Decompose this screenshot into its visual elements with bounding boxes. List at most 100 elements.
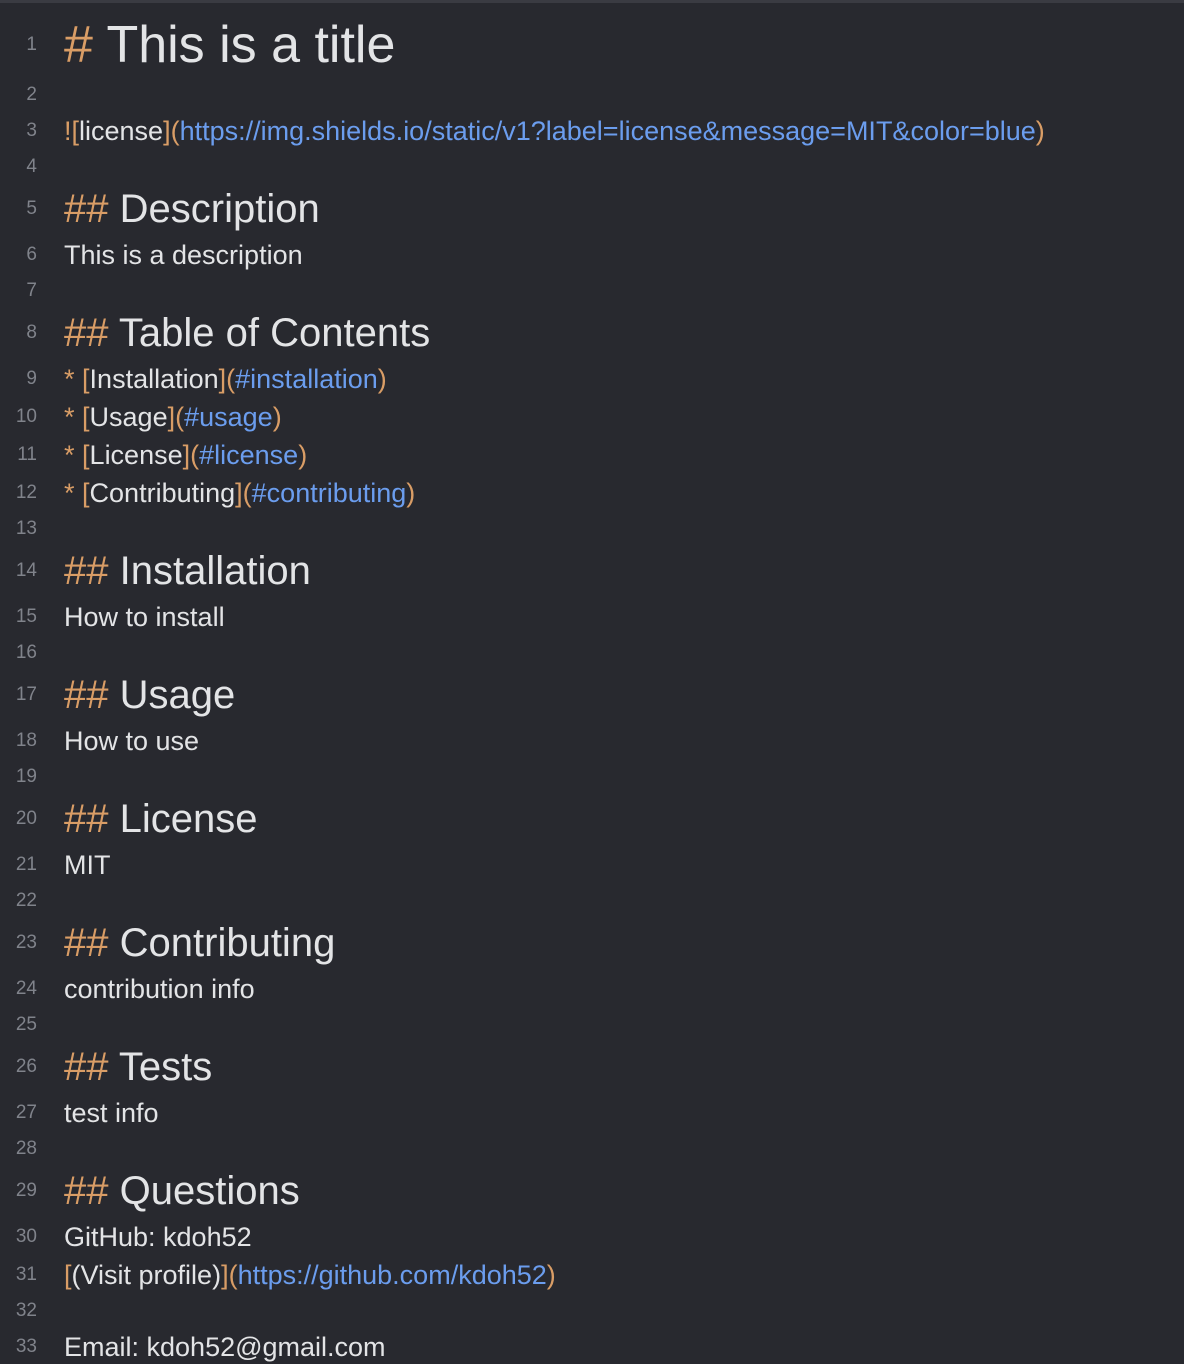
line-number: 33	[15, 1336, 37, 1357]
editor-line[interactable]: 3 ![license](https://img.shields.io/stat…	[0, 111, 1184, 151]
line-number: 29	[15, 1180, 37, 1201]
paragraph-text: test info	[64, 1098, 159, 1128]
editor-line[interactable]: 22	[0, 881, 1184, 921]
paren-open: (	[170, 116, 180, 146]
paren-close: )	[377, 364, 387, 394]
heading-2: ## Description	[64, 186, 320, 232]
heading-text: Table of Contents	[118, 311, 431, 355]
line-number: 26	[15, 1056, 37, 1077]
paragraph-text: Email: kdoh52@gmail.com	[64, 1332, 386, 1362]
heading-2: ## Tests	[64, 1044, 212, 1090]
heading-text: Usage	[119, 673, 236, 717]
paragraph-text: MIT	[64, 850, 111, 880]
heading-2: ## Table of Contents	[64, 310, 430, 356]
editor-line[interactable]: 33 Email: kdoh52@gmail.com	[0, 1327, 1184, 1364]
editor-line[interactable]: 5 ## Description	[0, 186, 1184, 232]
editor-line[interactable]: 29 ## Questions	[0, 1169, 1184, 1213]
editor-line[interactable]: 6 This is a description	[0, 235, 1184, 275]
editor-line[interactable]: 30 GitHub: kdoh52	[0, 1217, 1184, 1257]
heading-2: ## Usage	[64, 672, 235, 718]
line-number: 5	[26, 198, 37, 219]
paren-close: )	[1035, 116, 1045, 146]
bracket-open: [	[82, 364, 90, 394]
heading-marker: ##	[64, 311, 109, 355]
heading-text: License	[119, 797, 258, 841]
line-number: 2	[26, 84, 37, 105]
paren-open: (	[175, 402, 185, 432]
editor-line[interactable]: 21 MIT	[0, 845, 1184, 885]
editor-line[interactable]: 7	[0, 271, 1184, 311]
paren-close: )	[406, 478, 416, 508]
editor-line[interactable]: 32	[0, 1291, 1184, 1331]
paren-close: )	[298, 440, 308, 470]
editor-line[interactable]: 1 # This is a title	[0, 16, 1184, 74]
link-label: License	[89, 440, 183, 470]
editor-line[interactable]: 19	[0, 757, 1184, 797]
toc-item: * [Usage](#usage)	[64, 401, 282, 433]
bracket-open: [	[71, 116, 80, 146]
paren-close: )	[546, 1260, 556, 1290]
editor-line[interactable]: 24 contribution info	[0, 969, 1184, 1009]
heading-2: ## Contributing	[64, 920, 335, 966]
editor-line[interactable]: 12 * [Contributing](#contributing)	[0, 473, 1184, 513]
link-label: Installation	[89, 364, 219, 394]
line-number: 22	[15, 890, 37, 911]
heading-marker: ##	[64, 1045, 109, 1089]
editor-line[interactable]: 10 * [Usage](#usage)	[0, 397, 1184, 437]
line-number: 21	[15, 854, 37, 875]
line-number: 16	[15, 642, 37, 663]
editor-line[interactable]: 8 ## Table of Contents	[0, 310, 1184, 356]
link-url: https://img.shields.io/static/v1?label=l…	[179, 116, 1036, 146]
bracket-close: ]	[182, 440, 191, 470]
heading-text: Questions	[119, 1169, 300, 1213]
list-bullet: *	[64, 440, 75, 470]
link-url: #contributing	[251, 478, 407, 508]
line-number: 15	[15, 606, 37, 627]
list-bullet: *	[64, 364, 75, 394]
line-number: 4	[26, 156, 37, 177]
toc-item: * [License](#license)	[64, 439, 307, 471]
bracket-open: [	[82, 440, 90, 470]
image-link: ![license](https://img.shields.io/static…	[64, 115, 1045, 147]
bracket-close: ]	[235, 478, 243, 508]
editor-line[interactable]: 26 ## Tests	[0, 1044, 1184, 1090]
line-number: 1	[26, 34, 37, 55]
line-number: 31	[15, 1264, 37, 1285]
editor-line[interactable]: 17 ## Usage	[0, 672, 1184, 718]
heading-marker: ##	[64, 549, 109, 593]
markdown-editor[interactable]: 1 # This is a title 2 3 ![license](https…	[0, 0, 1184, 1364]
profile-link: [(Visit profile)](https://github.com/kdo…	[64, 1259, 556, 1291]
editor-line[interactable]: 16	[0, 633, 1184, 673]
editor-line[interactable]: 2	[0, 75, 1184, 115]
line-number: 8	[26, 322, 37, 343]
editor-line[interactable]: 14 ## Installation	[0, 549, 1184, 593]
heading-text: Description	[119, 187, 320, 231]
editor-line[interactable]: 28	[0, 1129, 1184, 1169]
heading-marker: ##	[64, 797, 109, 841]
paren-open: (	[190, 440, 200, 470]
editor-line[interactable]: 13	[0, 509, 1184, 549]
heading-text: Installation	[119, 549, 311, 593]
heading-marker: ##	[64, 187, 109, 231]
editor-line[interactable]: 23 ## Contributing	[0, 920, 1184, 966]
line-number: 17	[15, 684, 37, 705]
editor-line[interactable]: 25	[0, 1005, 1184, 1045]
paragraph-text: GitHub: kdoh52	[64, 1222, 252, 1252]
line-number: 19	[15, 766, 37, 787]
editor-line[interactable]: 27 test info	[0, 1093, 1184, 1133]
paragraph-text: contribution info	[64, 974, 255, 1004]
editor-line[interactable]: 31 [(Visit profile)](https://github.com/…	[0, 1255, 1184, 1295]
heading-text: Contributing	[119, 921, 336, 965]
link-label: Usage	[89, 402, 168, 432]
heading-text: This is a title	[106, 16, 396, 74]
editor-line[interactable]: 18 How to use	[0, 721, 1184, 761]
editor-line[interactable]: 11 * [License](#license)	[0, 435, 1184, 475]
editor-line[interactable]: 9 * [Installation](#installation)	[0, 359, 1184, 399]
paragraph-text: This is a description	[64, 240, 303, 270]
paragraph-text: How to install	[64, 602, 225, 632]
heading-2: ## License	[64, 796, 258, 842]
editor-line[interactable]: 20 ## License	[0, 796, 1184, 842]
editor-line[interactable]: 4	[0, 147, 1184, 187]
line-number: 6	[26, 244, 37, 265]
editor-line[interactable]: 15 How to install	[0, 597, 1184, 637]
